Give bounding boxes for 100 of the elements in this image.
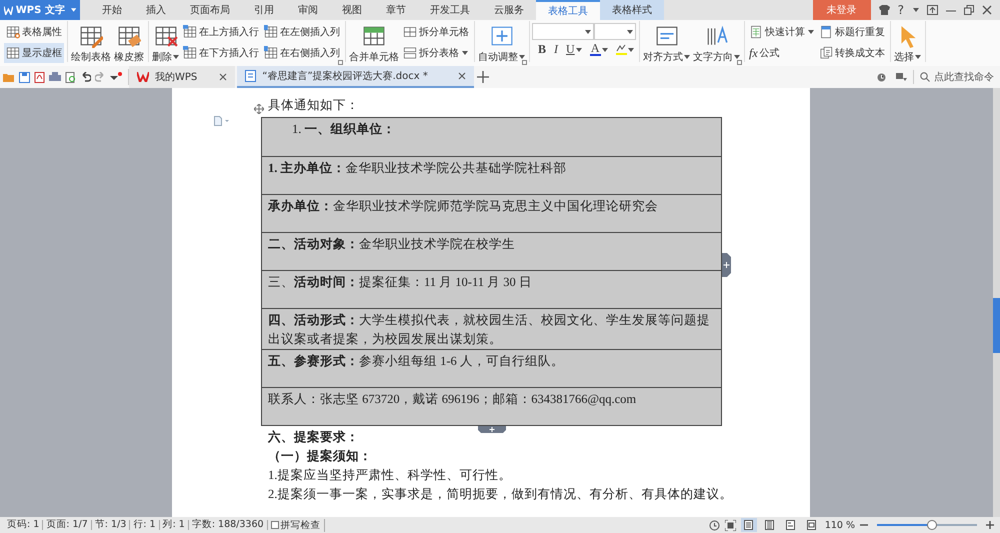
view-mode-button[interactable] (740, 518, 757, 532)
font-size-field[interactable] (594, 23, 636, 40)
history-icon[interactable] (708, 520, 720, 530)
ribbon-button[interactable]: 转换成文本 (817, 43, 887, 63)
paragraph: 1.提案应当坚持严肃性、科学性、可行性。 (268, 467, 512, 484)
table-cell: 二、活动对象：金华职业技术学院在校学生 (262, 232, 721, 270)
document-icon (245, 70, 256, 82)
dialog-launcher-icon[interactable] (338, 60, 343, 65)
table-cell: 四、活动形式：大学生模拟代表，就校园生活、校园文化、学生发展等问题提出议案或者提案，为校园发展出谋划策。 (262, 308, 721, 349)
ribbon-button[interactable]: fx 公式 (747, 43, 816, 63)
menu-tab[interactable]: 视图 (330, 0, 374, 20)
font-name-field[interactable] (532, 23, 594, 40)
add-column-handle-icon[interactable] (722, 253, 731, 277)
status-text: 节: 1/3 (92, 520, 130, 530)
ribbon-button[interactable]: 显示虚框 (4, 43, 64, 63)
ribbon-button[interactable]: 拆分单元格 (401, 22, 471, 42)
split-table-icon (403, 46, 417, 60)
menu-tab[interactable]: 插入 (134, 0, 178, 20)
menu-tab[interactable]: 章节 (374, 0, 418, 20)
preview-icon[interactable] (65, 72, 76, 82)
caret-icon (173, 55, 179, 59)
caret-icon (462, 51, 468, 55)
caret-icon (808, 30, 814, 34)
menu-tab[interactable]: 表格工具 (536, 0, 600, 20)
fullscreen-icon[interactable] (724, 520, 736, 530)
menu-tab[interactable]: 页面布局 (178, 0, 242, 20)
ribbon-button[interactable]: 在左侧插入列 (262, 22, 342, 42)
bold-button[interactable]: B (536, 43, 548, 56)
ribbon-button[interactable]: 绘制表格 (70, 21, 112, 67)
ribbon-button[interactable]: 橡皮擦 (113, 21, 145, 67)
logo-icon (4, 6, 13, 14)
restore-icon[interactable] (964, 5, 974, 15)
font-color-button[interactable]: A (588, 43, 610, 56)
print-icon[interactable] (49, 72, 61, 82)
close-icon[interactable] (982, 5, 992, 15)
dialog-launcher-icon[interactable] (737, 60, 742, 65)
ribbon-button[interactable]: 在上方插入行 (181, 22, 261, 42)
caret-icon (627, 30, 633, 34)
clock-document-icon[interactable] (877, 72, 886, 82)
menu-tab[interactable]: 引用 (242, 0, 286, 20)
status-text: 页面: 1/7 (43, 520, 92, 530)
status-text: 字数: 188/3360 (188, 520, 268, 530)
spell-check-checkbox[interactable] (270, 521, 279, 529)
caret-icon (684, 55, 690, 59)
ribbon-button[interactable]: 删除 (151, 21, 180, 67)
menu-tab[interactable]: 开始 (90, 0, 134, 20)
upload-window-icon[interactable] (927, 5, 938, 15)
caret-icon (734, 55, 740, 59)
status-text: 列: 1 (160, 520, 189, 530)
customize-icon[interactable] (110, 72, 122, 82)
close-icon (219, 73, 228, 81)
pencil-table-icon (79, 24, 103, 48)
menu-tab[interactable]: 云服务 (482, 0, 536, 20)
insert-column-icon (264, 46, 278, 60)
table-move-handle-icon[interactable] (254, 104, 264, 114)
save-icon[interactable] (19, 72, 30, 82)
table-settings-icon (6, 25, 20, 39)
command-search-field[interactable]: 点此查找命令 (913, 70, 1000, 84)
app-menu-button[interactable]: WPS 文字 (0, 0, 80, 20)
table-cell: 承办单位：金华职业技术学院师范学院马克思主义中国化理论研究会 (262, 194, 721, 232)
insert-row-icon (183, 25, 197, 39)
delete-table-icon (154, 24, 178, 48)
logo-icon (137, 72, 149, 82)
highlight-button[interactable] (614, 43, 636, 56)
ribbon-button[interactable]: 对齐方式 (642, 21, 691, 67)
ribbon-button[interactable]: 选择 (893, 21, 922, 67)
ribbon-button[interactable]: 在下方插入行 (181, 43, 261, 63)
help-button[interactable]: ? (898, 3, 904, 17)
autofit-icon (490, 24, 514, 48)
caret-icon (70, 8, 76, 12)
ribbon-button[interactable]: 标题行重复 (817, 22, 887, 42)
italic-button[interactable]: I (552, 43, 560, 56)
zoom-in-icon[interactable] (986, 521, 994, 529)
document-tab[interactable]: “睿思建言”提案校园评选大赛.docx * (237, 66, 474, 88)
menu-tab[interactable]: 开发工具 (418, 0, 482, 20)
caret-icon (602, 48, 608, 52)
undo-icon[interactable] (80, 72, 91, 82)
ribbon-button[interactable]: 拆分表格 (401, 43, 471, 63)
ribbon-button[interactable]: 表格属性 (4, 22, 64, 42)
document-tab[interactable]: 我的WPS (129, 66, 236, 88)
menu-tab[interactable]: 审阅 (286, 0, 330, 20)
underline-button[interactable]: U (564, 43, 584, 56)
menu-tab[interactable]: 表格样式 (600, 0, 664, 20)
heading: （一）提案须知： (268, 448, 372, 465)
shirt-icon[interactable] (878, 5, 890, 15)
add-row-handle-icon[interactable] (478, 426, 506, 433)
status-text: 行: 1 (130, 520, 160, 530)
page-view-icon (807, 520, 816, 530)
ribbon-button[interactable]: 快速计算 (747, 22, 816, 42)
ribbon-button[interactable]: 自动调整 (477, 21, 526, 67)
scrollbar[interactable] (993, 88, 1000, 517)
zoom-reading: 110 % (824, 520, 855, 530)
ribbon-button[interactable]: 文字方向 (692, 21, 741, 67)
heading: 六、提案要求： (268, 429, 359, 446)
repeat-header-icon (819, 25, 833, 39)
dialog-launcher-icon[interactable] (522, 60, 527, 65)
caret-icon (915, 55, 921, 59)
ribbon-button[interactable]: 在右侧插入列 (262, 43, 342, 63)
table-cell: 1. 主办单位：金华职业技术学院公共基础学院社科部 (262, 156, 721, 194)
fx-symbol: fx (749, 46, 758, 60)
